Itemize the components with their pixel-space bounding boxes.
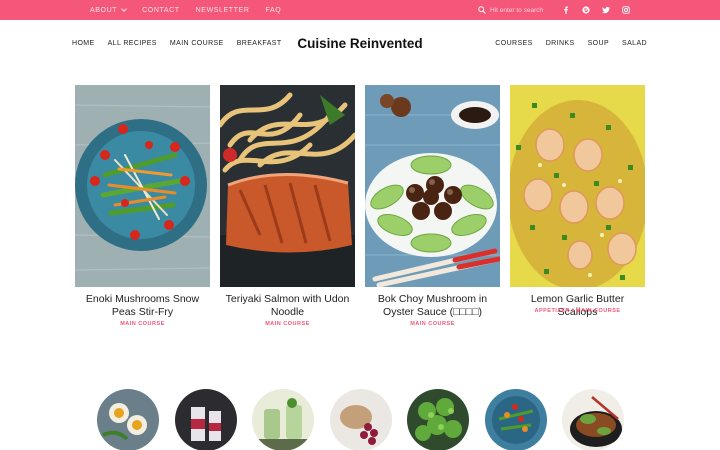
category-thumb-desserts[interactable] bbox=[174, 389, 237, 450]
top-nav: ABOUT CONTACT NEWSLETTER FAQ bbox=[90, 0, 297, 20]
nav-salad[interactable]: SALAD bbox=[622, 40, 647, 47]
search-icon[interactable] bbox=[478, 6, 486, 14]
recipe-category[interactable]: APPETIZER / MAIN COURSE bbox=[510, 308, 645, 314]
nav-drinks[interactable]: DRINKS bbox=[546, 40, 575, 47]
category-thumb-salad[interactable] bbox=[407, 389, 469, 450]
category-thumb-drinks[interactable] bbox=[252, 389, 314, 450]
top-nav-about-label: ABOUT bbox=[90, 6, 118, 14]
social-links bbox=[560, 0, 640, 20]
instagram-icon[interactable] bbox=[620, 4, 632, 16]
search-input[interactable] bbox=[490, 6, 560, 14]
top-nav-about[interactable]: ABOUT bbox=[90, 6, 127, 14]
main-nav-right: COURSES DRINKS SOUP SALAD bbox=[495, 40, 647, 47]
recipe-card[interactable]: Teriyaki Salmon with Udon Noodle MAIN CO… bbox=[220, 85, 355, 327]
recipe-image-stir-fry[interactable] bbox=[75, 85, 210, 287]
top-nav-contact[interactable]: CONTACT bbox=[142, 7, 180, 14]
top-nav-faq[interactable]: FAQ bbox=[265, 7, 281, 14]
category-thumb-noodle-bowl[interactable] bbox=[562, 389, 624, 450]
category-thumb-eggs[interactable] bbox=[97, 389, 159, 450]
facebook-icon[interactable] bbox=[560, 4, 572, 16]
twitter-icon[interactable] bbox=[600, 4, 612, 16]
recipe-image-salmon[interactable] bbox=[220, 85, 355, 287]
recipe-category[interactable]: MAIN COURSE bbox=[75, 321, 210, 327]
recipe-card[interactable]: Bok Choy Mushroom in Oyster Sauce (□□□□)… bbox=[365, 85, 500, 327]
category-thumbnails bbox=[97, 389, 640, 450]
top-bar: ABOUT CONTACT NEWSLETTER FAQ bbox=[0, 0, 720, 20]
recipe-image-bok-choy[interactable] bbox=[365, 85, 500, 287]
recipe-image-scallops[interactable] bbox=[510, 85, 645, 287]
nav-courses[interactable]: COURSES bbox=[495, 40, 532, 47]
recipe-card[interactable]: Lemon Garlic Butter Scallops APPETIZER /… bbox=[510, 85, 645, 327]
top-nav-newsletter[interactable]: NEWSLETTER bbox=[196, 7, 250, 14]
recipe-card[interactable]: Enoki Mushrooms Snow Peas Stir-Fry MAIN … bbox=[75, 85, 210, 327]
recipe-title[interactable]: Enoki Mushrooms Snow Peas Stir-Fry bbox=[75, 293, 210, 319]
category-thumb-stir-fry[interactable] bbox=[484, 389, 547, 450]
recipe-category[interactable]: MAIN COURSE bbox=[365, 321, 500, 327]
recipe-grid: Enoki Mushrooms Snow Peas Stir-Fry MAIN … bbox=[75, 85, 645, 327]
recipe-title[interactable]: Lemon Garlic Butter Scallops bbox=[510, 293, 645, 318]
category-thumb-soup[interactable] bbox=[329, 389, 392, 450]
recipe-category[interactable]: MAIN COURSE bbox=[220, 321, 355, 327]
recipe-title[interactable]: Bok Choy Mushroom in Oyster Sauce (□□□□) bbox=[365, 293, 500, 319]
nav-soup[interactable]: SOUP bbox=[588, 40, 609, 47]
search-box bbox=[478, 4, 560, 16]
recipe-title[interactable]: Teriyaki Salmon with Udon Noodle bbox=[220, 293, 355, 319]
pinterest-icon[interactable] bbox=[580, 4, 592, 16]
chevron-down-icon bbox=[121, 6, 127, 12]
